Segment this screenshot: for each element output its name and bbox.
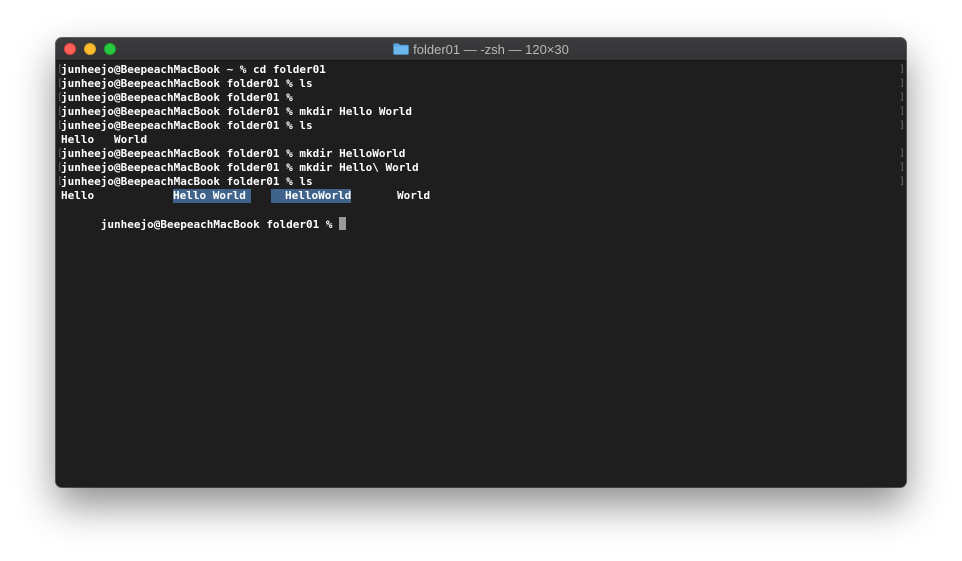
window-title: folder01 — -zsh — 120×30 [413,41,569,57]
mark-right: ] [899,148,906,159]
ls-item: World [397,189,431,202]
terminal-line: junheejo@BeepeachMacBook folder01 % [61,91,293,104]
terminal-line: junheejo@BeepeachMacBook folder01 % ls [61,77,313,90]
mark-right: ] [899,92,906,103]
current-prompt-line[interactable]: junheejo@BeepeachMacBook folder01 % [61,203,347,231]
terminal-content[interactable]: [ ] [ ] [ ] [ ] [ ] [ ] [ ] [ ] junheejo… [56,61,906,487]
terminal-window: folder01 — -zsh — 120×30 [ ] [ ] [ ] [ ]… [56,38,906,487]
mark-right: ] [899,176,906,187]
terminal-line: junheejo@BeepeachMacBook folder01 % mkdi… [61,161,419,174]
mark-right: ] [899,64,906,75]
ls-output-row: Hello Hello World HelloWorld World [61,189,901,203]
folder-icon [393,43,409,55]
terminal-output-line: Hello World [61,133,148,146]
ls-item-selected[interactable]: Hello World [173,189,251,203]
mark-right: ] [899,120,906,131]
window-title-container: folder01 — -zsh — 120×30 [56,38,906,60]
terminal-line: junheejo@BeepeachMacBook ~ % cd folder01 [61,63,326,76]
prompt-text: junheejo@BeepeachMacBook folder01 % [100,218,340,231]
terminal-line: junheejo@BeepeachMacBook folder01 % ls [61,119,313,132]
terminal-line: junheejo@BeepeachMacBook folder01 % ls [61,175,313,188]
mark-right: ] [899,106,906,117]
title-bar[interactable]: folder01 — -zsh — 120×30 [56,38,906,61]
terminal-line: junheejo@BeepeachMacBook folder01 % mkdi… [61,105,412,118]
mark-right: ] [899,162,906,173]
text-cursor [339,217,347,230]
ls-item-selected[interactable]: HelloWorld [271,189,352,203]
mark-right: ] [899,78,906,89]
terminal-line: junheejo@BeepeachMacBook folder01 % mkdi… [61,147,406,160]
ls-item: Hello [61,189,95,202]
